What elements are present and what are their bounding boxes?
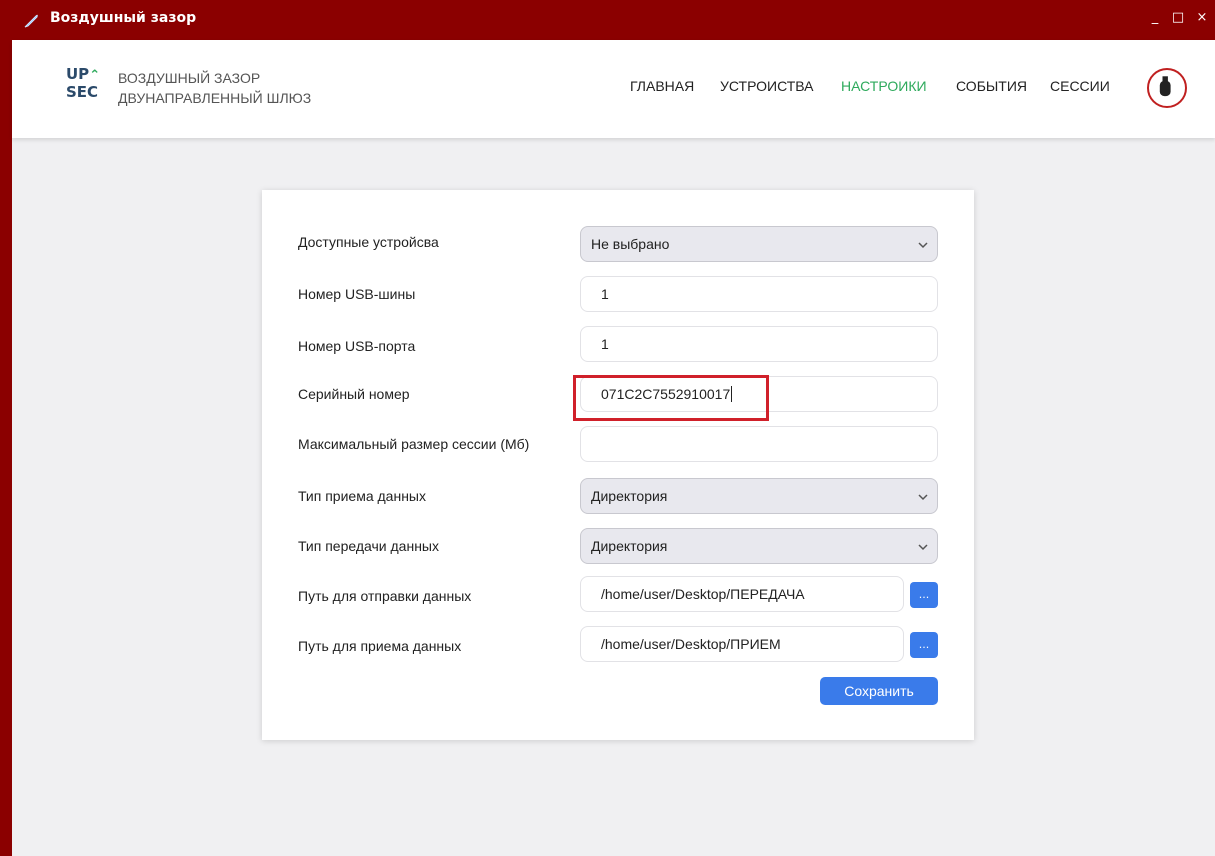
devices-select[interactable]: Не выбрано <box>580 226 938 262</box>
save-button[interactable]: Сохранить <box>820 677 938 705</box>
receive-path-browse-button[interactable]: ... <box>910 632 938 658</box>
maximize-button[interactable]: □ <box>1168 8 1188 28</box>
receive-type-select[interactable]: Директория <box>580 478 938 514</box>
app-header: UP⌃ SEC Воздушный зазор Двунаправленный … <box>12 40 1215 138</box>
receive-type-label: Тип приема данных <box>298 488 426 504</box>
send-path-browse-button[interactable]: ... <box>910 582 938 608</box>
devices-label: Доступные устройсва <box>298 234 439 250</box>
settings-card: Доступные устройсва Не выбрано Номер USB… <box>262 190 974 740</box>
max-session-input[interactable] <box>580 426 938 462</box>
receive-path-label: Путь для приема данных <box>298 638 462 654</box>
max-session-label: Максимальный размер сессии (Мб) <box>298 436 530 452</box>
upsec-logo: UP⌃ SEC <box>66 65 101 101</box>
receive-path-input[interactable]: /home/user/Desktop/ПРИЕМ <box>580 626 904 662</box>
chevron-up-logo-icon: ⌃ <box>89 68 101 83</box>
chevron-down-icon <box>918 494 928 501</box>
feather-icon <box>24 14 38 28</box>
title-bar[interactable]: Воздушный зазор _ □ × <box>0 0 1215 40</box>
usb-port-label: Номер USB-порта <box>298 338 416 354</box>
usb-bus-input[interactable]: 1 <box>580 276 938 312</box>
usb-bus-label: Номер USB-шины <box>298 286 416 302</box>
app-subtitle: Воздушный зазор Двунаправленный шлюз <box>118 70 312 106</box>
nav-home[interactable]: Главная <box>630 78 694 94</box>
send-type-select[interactable]: Директория <box>580 528 938 564</box>
send-path-label: Путь для отправки данных <box>298 588 472 604</box>
serial-label: Серийный номер <box>298 386 410 402</box>
usb-port-input[interactable]: 1 <box>580 326 938 362</box>
app-window: Воздушный зазор _ □ × UP⌃ SEC Воздушный … <box>0 0 1215 856</box>
usb-device-button[interactable] <box>1147 68 1187 108</box>
serial-input[interactable]: 071C2C7552910017 <box>580 376 938 412</box>
nav-settings[interactable]: Настроики <box>841 78 927 94</box>
nav-devices[interactable]: Устроиства <box>720 78 813 94</box>
nav-events[interactable]: События <box>956 78 1027 94</box>
close-button[interactable]: × <box>1192 8 1212 28</box>
client-area: UP⌃ SEC Воздушный зазор Двунаправленный … <box>12 40 1215 856</box>
chevron-down-icon <box>918 544 928 551</box>
text-caret <box>731 386 733 402</box>
window-title: Воздушный зазор <box>50 10 197 26</box>
send-path-input[interactable]: /home/user/Desktop/ПЕРЕДАЧА <box>580 576 904 612</box>
minimize-button[interactable]: _ <box>1145 8 1165 28</box>
usb-drive-icon <box>1159 76 1171 97</box>
chevron-down-icon <box>918 242 928 249</box>
send-type-label: Тип передачи данных <box>298 538 439 554</box>
nav-sessions[interactable]: Сессии <box>1050 78 1110 94</box>
